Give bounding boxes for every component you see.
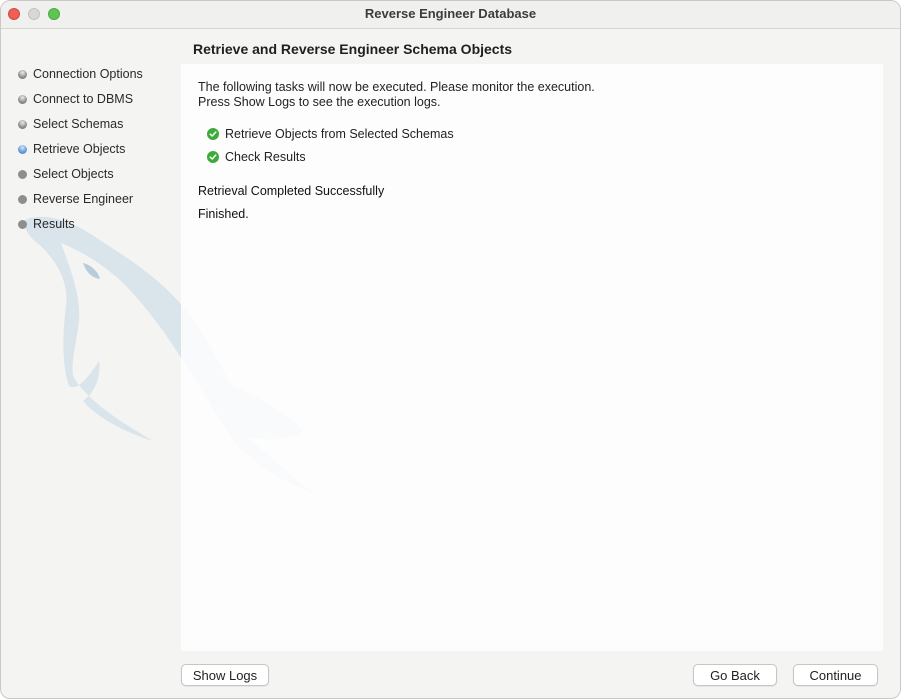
step-reverse-engineer: Reverse Engineer (18, 189, 133, 209)
step-label: Select Schemas (33, 117, 124, 131)
title-bar: Reverse Engineer Database (1, 1, 900, 29)
step-connect-to-dbms: Connect to DBMS (18, 89, 133, 109)
step-label: Connection Options (33, 67, 143, 81)
check-circle-icon (207, 151, 219, 163)
step-select-objects: Select Objects (18, 164, 114, 184)
task-item: Retrieve Objects from Selected Schemas (207, 125, 454, 143)
step-label: Select Objects (33, 167, 114, 181)
step-done-dot-icon (18, 69, 27, 79)
reverse-engineer-window: Reverse Engineer Database Connection Opt… (0, 0, 901, 699)
step-pending-dot-icon (18, 219, 27, 229)
content-panel: The following tasks will now be executed… (181, 64, 883, 651)
task-label: Check Results (225, 150, 306, 164)
step-label: Results (33, 217, 75, 231)
continue-button[interactable]: Continue (793, 664, 878, 686)
finished-message: Finished. (198, 207, 249, 221)
status-message: Retrieval Completed Successfully (198, 184, 385, 198)
step-active-dot-icon (18, 144, 27, 154)
go-back-button[interactable]: Go Back (693, 664, 777, 686)
step-label: Retrieve Objects (33, 142, 126, 156)
show-logs-button[interactable]: Show Logs (181, 664, 269, 686)
task-label: Retrieve Objects from Selected Schemas (225, 127, 454, 141)
check-circle-icon (207, 128, 219, 140)
window-title: Reverse Engineer Database (364, 6, 537, 21)
task-item: Check Results (207, 148, 306, 166)
intro-line-1: The following tasks will now be executed… (198, 80, 595, 94)
intro-line-2: Press Show Logs to see the execution log… (198, 95, 441, 109)
step-done-dot-icon (18, 119, 27, 129)
step-pending-dot-icon (18, 169, 27, 179)
step-select-schemas: Select Schemas (18, 114, 123, 134)
step-results: Results (18, 214, 75, 234)
step-label: Reverse Engineer (33, 192, 134, 206)
step-connection-options: Connection Options (18, 64, 143, 84)
intro-text: The following tasks will now be executed… (198, 80, 595, 110)
step-label: Connect to DBMS (33, 92, 134, 106)
step-done-dot-icon (18, 94, 27, 104)
step-pending-dot-icon (18, 194, 27, 204)
step-retrieve-objects: Retrieve Objects (18, 139, 125, 159)
page-title: Retrieve and Reverse Engineer Schema Obj… (193, 41, 513, 57)
